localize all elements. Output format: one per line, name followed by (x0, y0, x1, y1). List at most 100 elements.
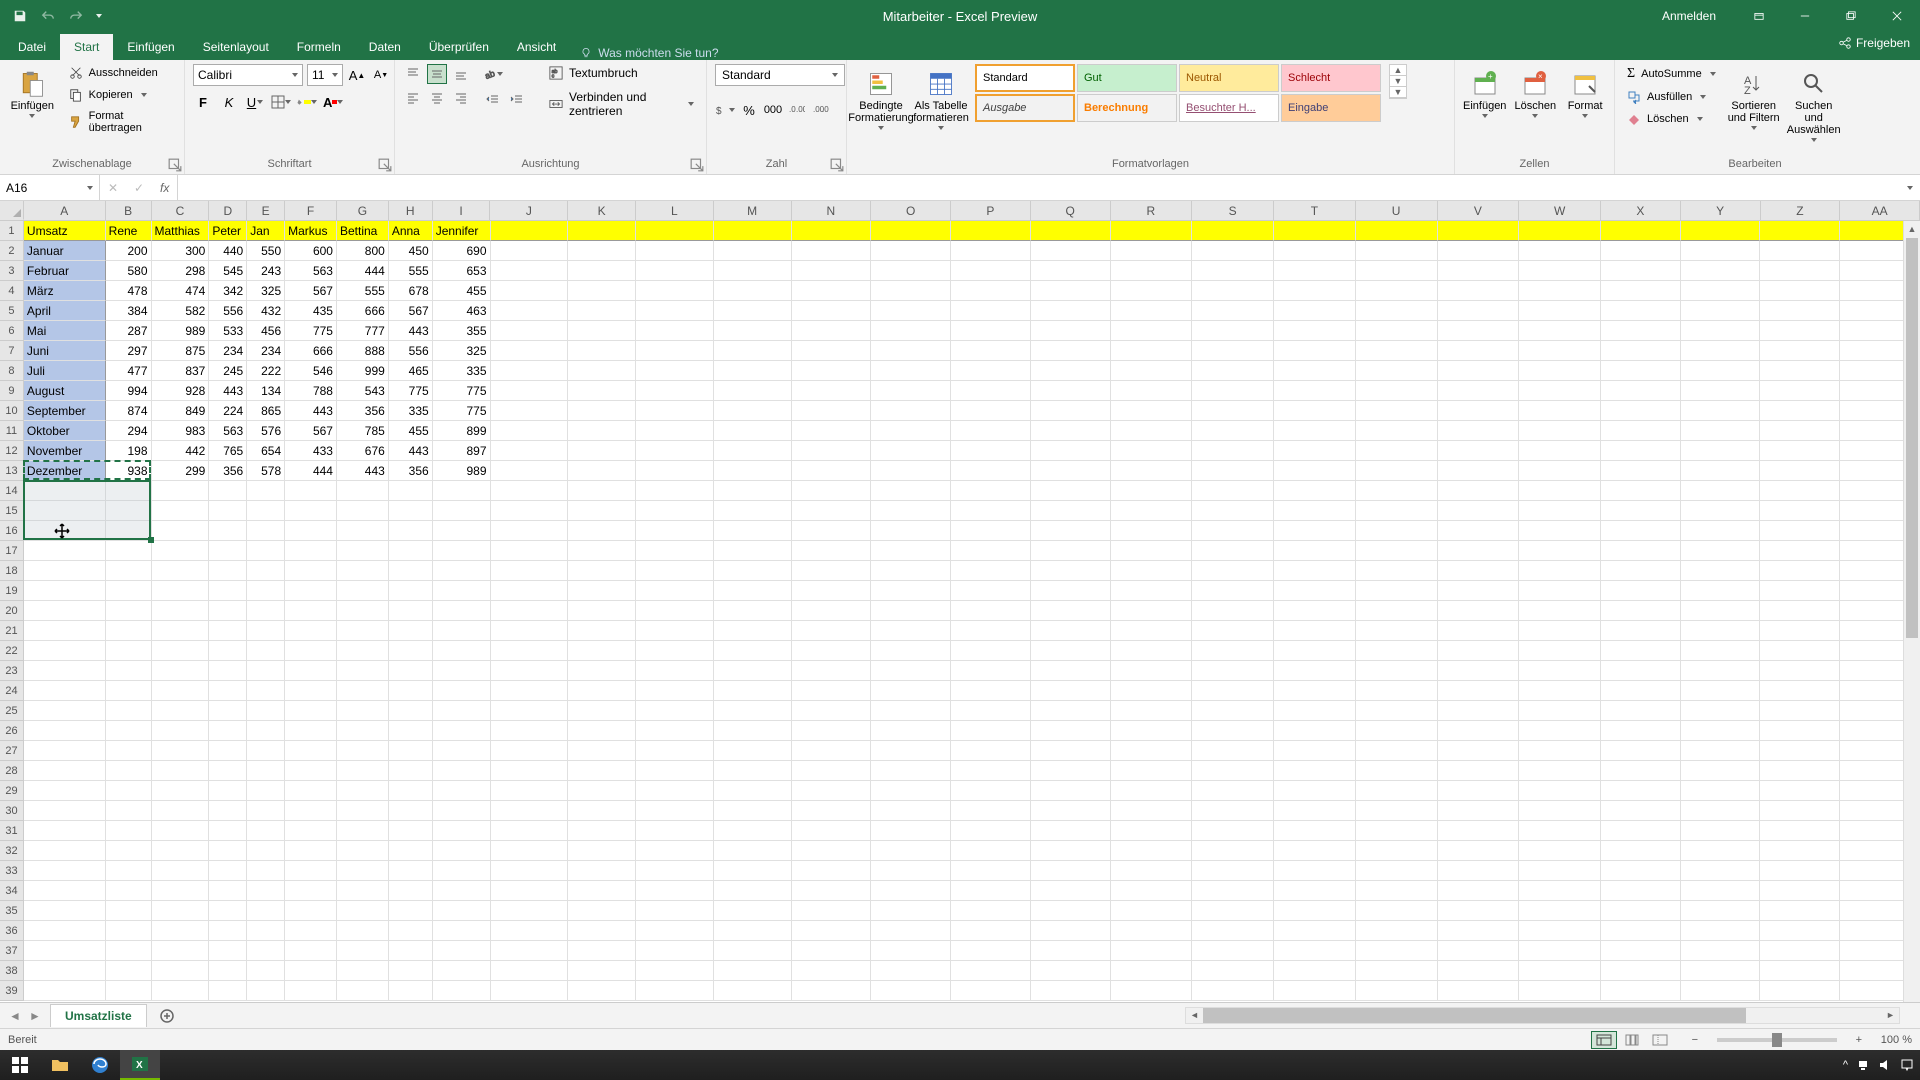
cell[interactable] (1111, 981, 1193, 1001)
cell[interactable] (1192, 521, 1274, 541)
cell[interactable] (1760, 641, 1840, 661)
cell[interactable] (1681, 961, 1761, 981)
merge-center-button[interactable]: Verbinden und zentrieren (545, 88, 698, 120)
cell[interactable] (568, 221, 636, 241)
cell[interactable] (792, 281, 872, 301)
cell[interactable] (871, 761, 951, 781)
cell[interactable] (285, 861, 337, 881)
cell[interactable] (106, 881, 152, 901)
cell[interactable] (433, 801, 491, 821)
cell[interactable] (106, 921, 152, 941)
cell[interactable] (491, 581, 569, 601)
cell[interactable]: 335 (433, 361, 491, 381)
cell[interactable] (389, 601, 433, 621)
cell[interactable]: Anna (389, 221, 433, 241)
cell[interactable] (1760, 861, 1840, 881)
cell[interactable] (152, 661, 210, 681)
cell[interactable] (871, 541, 951, 561)
cell[interactable] (1192, 781, 1274, 801)
cell[interactable] (433, 741, 491, 761)
cell[interactable] (1438, 761, 1520, 781)
cell[interactable] (714, 501, 792, 521)
cell[interactable] (1438, 621, 1520, 641)
align-middle-icon[interactable] (427, 64, 447, 84)
cell[interactable]: 325 (247, 281, 285, 301)
cell[interactable] (1031, 781, 1111, 801)
cell[interactable] (951, 841, 1031, 861)
column-header[interactable]: F (285, 201, 337, 220)
cell[interactable] (209, 901, 247, 921)
cell[interactable] (1111, 601, 1193, 621)
cell[interactable] (1519, 381, 1601, 401)
cell[interactable] (1760, 241, 1840, 261)
cell[interactable] (285, 641, 337, 661)
cell[interactable]: 800 (337, 241, 389, 261)
row-header[interactable]: 30 (0, 801, 24, 821)
cell[interactable] (1031, 881, 1111, 901)
cell[interactable] (106, 741, 152, 761)
cell[interactable]: März (24, 281, 106, 301)
cell[interactable]: 563 (209, 421, 247, 441)
taskbar-excel-icon[interactable]: X (120, 1050, 160, 1080)
cell[interactable] (568, 401, 636, 421)
column-header[interactable]: A (24, 201, 106, 220)
cell[interactable] (106, 641, 152, 661)
cell[interactable] (106, 481, 152, 501)
column-header[interactable]: X (1601, 201, 1681, 220)
cell[interactable] (1274, 221, 1356, 241)
cell[interactable] (106, 861, 152, 881)
cell[interactable]: 543 (337, 381, 389, 401)
cell[interactable] (1356, 481, 1438, 501)
cell[interactable] (951, 601, 1031, 621)
share-button[interactable]: Freigeben (1838, 36, 1910, 50)
cell[interactable] (1031, 361, 1111, 381)
cell[interactable] (714, 401, 792, 421)
cell[interactable] (491, 881, 569, 901)
cell[interactable] (1356, 701, 1438, 721)
cell[interactable] (106, 541, 152, 561)
cell[interactable] (285, 521, 337, 541)
cell[interactable] (792, 681, 872, 701)
cell[interactable] (491, 761, 569, 781)
cell[interactable]: 477 (106, 361, 152, 381)
cell[interactable]: 298 (152, 261, 210, 281)
row-header[interactable]: 19 (0, 581, 24, 601)
cell[interactable] (636, 721, 714, 741)
cell[interactable] (106, 621, 152, 641)
cell[interactable] (491, 741, 569, 761)
cell[interactable] (1356, 561, 1438, 581)
increase-font-icon[interactable]: A▲ (347, 65, 367, 85)
cell[interactable] (337, 781, 389, 801)
cell[interactable] (1760, 681, 1840, 701)
cell[interactable]: 837 (152, 361, 210, 381)
cell[interactable]: April (24, 301, 106, 321)
cell[interactable] (636, 561, 714, 581)
cell[interactable] (568, 481, 636, 501)
cell[interactable] (24, 561, 106, 581)
cell[interactable] (871, 981, 951, 1001)
cell[interactable] (152, 981, 210, 1001)
cell[interactable] (951, 441, 1031, 461)
cell[interactable] (209, 781, 247, 801)
alignment-launcher-icon[interactable] (690, 158, 704, 172)
cell[interactable] (636, 841, 714, 861)
cell[interactable] (209, 841, 247, 861)
cell[interactable] (1111, 421, 1193, 441)
cell[interactable] (714, 521, 792, 541)
cell[interactable] (337, 981, 389, 1001)
row-header[interactable]: 13 (0, 461, 24, 481)
cell[interactable] (1519, 821, 1601, 841)
cell[interactable] (568, 701, 636, 721)
cell[interactable] (636, 921, 714, 941)
cell[interactable]: 899 (433, 421, 491, 441)
cell[interactable] (1274, 821, 1356, 841)
cell[interactable] (1601, 761, 1681, 781)
cell[interactable] (285, 581, 337, 601)
cell[interactable]: 355 (433, 321, 491, 341)
cell[interactable] (337, 641, 389, 661)
cell[interactable] (951, 901, 1031, 921)
cell[interactable] (714, 381, 792, 401)
fill-button[interactable]: Ausfüllen (1623, 88, 1720, 106)
cell[interactable] (433, 501, 491, 521)
cell[interactable]: 300 (152, 241, 210, 261)
